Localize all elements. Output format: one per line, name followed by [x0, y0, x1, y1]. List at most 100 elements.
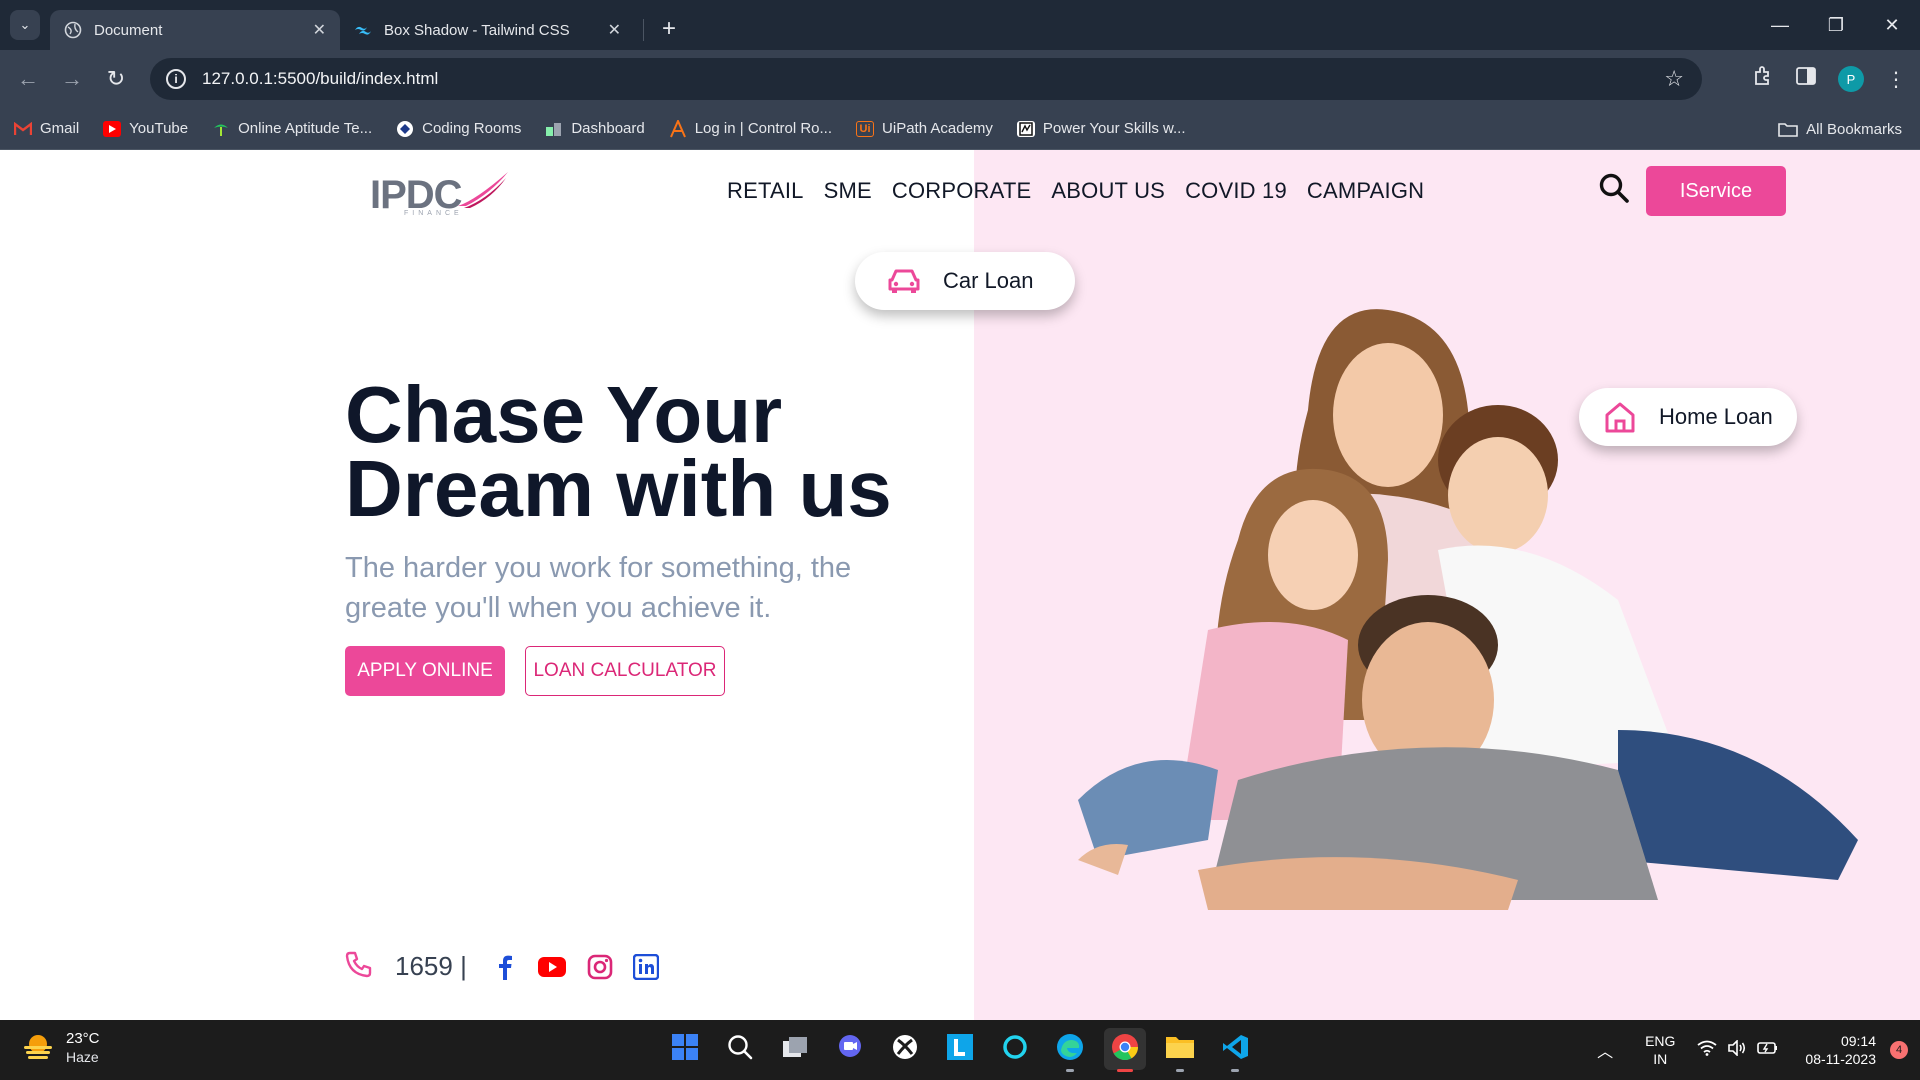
task-view-icon: [781, 1035, 809, 1064]
task-view-button[interactable]: [774, 1028, 816, 1070]
bookmark-coding-rooms[interactable]: Coding Rooms: [396, 120, 521, 137]
forward-arrow-icon[interactable]: →: [50, 66, 94, 92]
vscode-app[interactable]: [1214, 1028, 1256, 1072]
car-loan-pill[interactable]: Car Loan: [855, 252, 1075, 310]
tab-title: Document: [94, 21, 163, 39]
back-arrow-icon[interactable]: ←: [6, 66, 50, 92]
aptitude-icon: [212, 121, 230, 137]
tailwind-icon: [354, 21, 372, 39]
l-app[interactable]: [939, 1028, 981, 1070]
nav-corporate[interactable]: CORPORATE: [892, 178, 1032, 204]
bookmark-skills[interactable]: Power Your Skills w...: [1016, 120, 1186, 137]
restore-icon[interactable]: ❐: [1808, 15, 1864, 36]
ipdc-logo[interactable]: IPDC FINANCE: [370, 170, 510, 217]
teams-chat-app[interactable]: [829, 1028, 871, 1070]
url-text: 127.0.0.1:5500/build/index.html: [202, 69, 439, 88]
plus-icon: +: [662, 15, 677, 42]
facebook-icon[interactable]: [493, 954, 517, 980]
window-close-icon[interactable]: ✕: [1864, 15, 1920, 36]
nav-about-us[interactable]: ABOUT US: [1051, 178, 1165, 204]
close-icon[interactable]: ✕: [313, 20, 326, 40]
volume-icon: [1727, 1038, 1747, 1061]
taskbar-apps: [664, 1028, 1256, 1072]
date: 08-11-2023: [1805, 1051, 1876, 1067]
system-tray: ︿ ENG IN 09:14 08-11-2023 4: [1597, 1020, 1920, 1080]
search-icon: [726, 1033, 754, 1066]
apply-online-button[interactable]: APPLY ONLINE: [345, 646, 505, 696]
globe-icon: [64, 21, 82, 39]
notification-badge[interactable]: 4: [1890, 1041, 1908, 1059]
file-explorer-app[interactable]: [1159, 1028, 1201, 1072]
tab-title: Box Shadow - Tailwind CSS: [384, 21, 570, 39]
youtube-icon[interactable]: [537, 956, 567, 978]
vscode-icon: [1221, 1033, 1249, 1066]
side-panel-icon[interactable]: [1796, 67, 1816, 91]
windows-icon: [671, 1033, 699, 1066]
loan-calculator-button[interactable]: LOAN CALCULATOR: [525, 646, 725, 696]
tab-search-button[interactable]: ⌄: [10, 10, 40, 40]
taskbar-search[interactable]: [719, 1028, 761, 1070]
xbox-app[interactable]: [884, 1028, 926, 1070]
language-indicator[interactable]: ENG IN: [1645, 1032, 1675, 1068]
toolbar-actions: P ⋮: [1752, 50, 1906, 108]
tab-document[interactable]: Document ✕: [50, 10, 340, 50]
edge-app[interactable]: [1049, 1028, 1091, 1072]
weather-widget[interactable]: 23°C Haze: [22, 1030, 100, 1066]
bookmark-control-room[interactable]: Log in | Control Ro...: [669, 119, 832, 137]
wifi-icon: [1697, 1040, 1717, 1061]
bookmark-aptitude[interactable]: Online Aptitude Te...: [212, 120, 372, 137]
logo-swoosh-icon: [456, 170, 510, 215]
linkedin-icon[interactable]: [632, 953, 659, 980]
instagram-icon[interactable]: [587, 954, 613, 980]
nav-campaign[interactable]: CAMPAIGN: [1307, 178, 1424, 204]
battery-icon: [1757, 1040, 1779, 1061]
nav-covid-19[interactable]: COVID 19: [1185, 178, 1287, 204]
start-button[interactable]: [664, 1028, 706, 1070]
car-loan-label: Car Loan: [943, 268, 1034, 293]
youtube-icon: [103, 120, 122, 137]
minimize-icon[interactable]: —: [1752, 15, 1808, 36]
chrome-app[interactable]: [1104, 1028, 1146, 1072]
reload-icon[interactable]: ↻: [94, 66, 138, 92]
cortana-icon: [1001, 1033, 1029, 1066]
browser-toolbar: ← → ↻ i 127.0.0.1:5500/build/index.html …: [0, 50, 1920, 108]
phone-icon[interactable]: [345, 950, 373, 983]
temperature: 23°C: [66, 1030, 100, 1047]
bookmark-gmail[interactable]: Gmail: [14, 120, 79, 137]
bookmark-star-icon[interactable]: ☆: [1664, 66, 1684, 92]
show-hidden-icons[interactable]: ︿: [1597, 1038, 1613, 1062]
all-bookmarks[interactable]: All Bookmarks: [1778, 108, 1902, 150]
app-running-indicator: [1066, 1069, 1074, 1072]
quick-settings[interactable]: [1697, 1038, 1779, 1061]
contact-strip: 1659 |: [345, 950, 679, 983]
iservice-button[interactable]: IService: [1646, 166, 1786, 216]
more-menu-icon[interactable]: ⋮: [1886, 67, 1906, 92]
bookmark-youtube[interactable]: YouTube: [103, 120, 188, 137]
app-active-indicator: [1117, 1069, 1133, 1072]
logo-text: IPDC: [370, 173, 463, 217]
weather-text: 23°C Haze: [66, 1030, 100, 1066]
phone-number: 1659 |: [395, 951, 467, 981]
close-icon[interactable]: ✕: [608, 20, 621, 40]
bookmark-uipath[interactable]: Ui UiPath Academy: [856, 120, 993, 137]
folder-icon: [1165, 1034, 1195, 1065]
search-icon[interactable]: [1598, 172, 1630, 209]
site-info-icon[interactable]: i: [166, 69, 186, 89]
hero-title-line-2: Dream with us: [345, 444, 892, 533]
logo-subtitle: FINANCE: [404, 210, 463, 217]
weather-condition: Haze: [66, 1049, 99, 1065]
bookmark-dashboard[interactable]: Dashboard: [545, 120, 645, 137]
nav-retail[interactable]: RETAIL: [727, 178, 804, 204]
address-bar[interactable]: i 127.0.0.1:5500/build/index.html ☆: [150, 58, 1702, 100]
clock[interactable]: 09:14 08-11-2023: [1805, 1032, 1876, 1068]
new-tab-button[interactable]: +: [662, 15, 676, 43]
profile-avatar[interactable]: P: [1838, 66, 1864, 92]
nav-sme[interactable]: SME: [824, 178, 872, 204]
bookmarks-bar: Gmail YouTube Online Aptitude Te... Codi…: [0, 108, 1920, 150]
window-controls: — ❐ ✕: [1752, 0, 1920, 50]
tab-tailwind[interactable]: Box Shadow - Tailwind CSS ✕: [340, 10, 635, 50]
gmail-icon: [14, 121, 32, 137]
uipath-icon: Ui: [856, 120, 875, 137]
cortana-app[interactable]: [994, 1028, 1036, 1070]
extensions-icon[interactable]: [1752, 65, 1774, 93]
